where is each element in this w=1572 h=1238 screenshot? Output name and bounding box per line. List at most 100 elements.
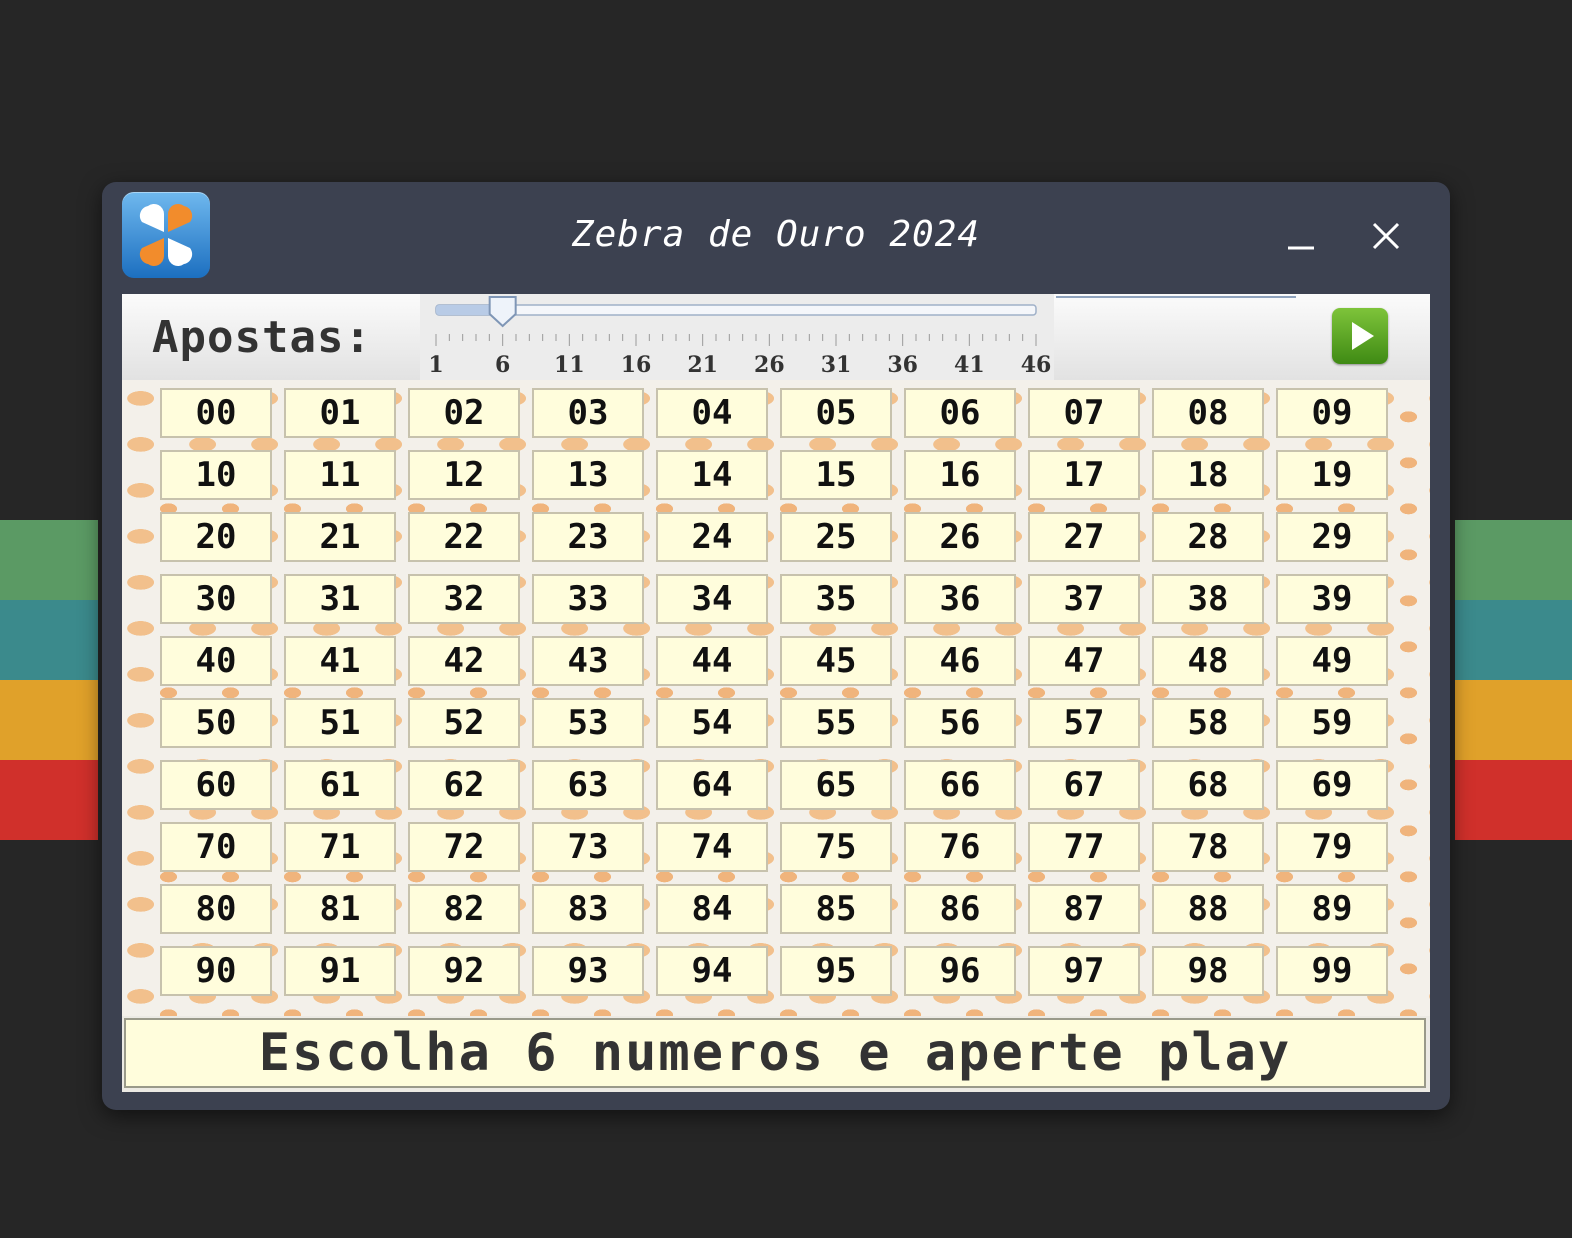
number-button[interactable]: 02 <box>408 388 520 438</box>
number-button[interactable]: 61 <box>284 760 396 810</box>
number-button[interactable]: 39 <box>1276 574 1388 624</box>
number-button[interactable]: 29 <box>1276 512 1388 562</box>
number-button[interactable]: 95 <box>780 946 892 996</box>
number-button[interactable]: 94 <box>656 946 768 996</box>
play-button[interactable] <box>1332 308 1388 364</box>
number-button[interactable]: 58 <box>1152 698 1264 748</box>
number-button[interactable]: 87 <box>1028 884 1140 934</box>
number-button[interactable]: 19 <box>1276 450 1388 500</box>
number-button[interactable]: 26 <box>904 512 1016 562</box>
number-button[interactable]: 90 <box>160 946 272 996</box>
number-button[interactable]: 34 <box>656 574 768 624</box>
number-button[interactable]: 55 <box>780 698 892 748</box>
number-button[interactable]: 72 <box>408 822 520 872</box>
number-button[interactable]: 48 <box>1152 636 1264 686</box>
number-button[interactable]: 07 <box>1028 388 1140 438</box>
number-button[interactable]: 15 <box>780 450 892 500</box>
number-button[interactable]: 10 <box>160 450 272 500</box>
slider-track[interactable] <box>435 304 1037 316</box>
number-button[interactable]: 89 <box>1276 884 1388 934</box>
number-button[interactable]: 35 <box>780 574 892 624</box>
number-button[interactable]: 30 <box>160 574 272 624</box>
minimize-button[interactable] <box>1282 216 1322 256</box>
number-button[interactable]: 06 <box>904 388 1016 438</box>
number-button[interactable]: 59 <box>1276 698 1388 748</box>
number-button[interactable]: 56 <box>904 698 1016 748</box>
number-button[interactable]: 11 <box>284 450 396 500</box>
number-button[interactable]: 14 <box>656 450 768 500</box>
number-button[interactable]: 92 <box>408 946 520 996</box>
number-button[interactable]: 75 <box>780 822 892 872</box>
number-button[interactable]: 20 <box>160 512 272 562</box>
number-button[interactable]: 63 <box>532 760 644 810</box>
number-button[interactable]: 16 <box>904 450 1016 500</box>
number-button[interactable]: 99 <box>1276 946 1388 996</box>
number-button[interactable]: 82 <box>408 884 520 934</box>
apostas-slider[interactable]: 1 6 11 16 21 26 31 36 41 46 <box>420 294 1054 380</box>
number-button[interactable]: 04 <box>656 388 768 438</box>
number-button[interactable]: 28 <box>1152 512 1264 562</box>
number-button[interactable]: 40 <box>160 636 272 686</box>
number-button[interactable]: 67 <box>1028 760 1140 810</box>
number-button[interactable]: 41 <box>284 636 396 686</box>
number-button[interactable]: 24 <box>656 512 768 562</box>
number-button[interactable]: 00 <box>160 388 272 438</box>
number-button[interactable]: 88 <box>1152 884 1264 934</box>
number-button[interactable]: 37 <box>1028 574 1140 624</box>
number-button[interactable]: 13 <box>532 450 644 500</box>
number-button[interactable]: 83 <box>532 884 644 934</box>
number-button[interactable]: 71 <box>284 822 396 872</box>
number-button[interactable]: 22 <box>408 512 520 562</box>
number-button[interactable]: 01 <box>284 388 396 438</box>
number-button[interactable]: 79 <box>1276 822 1388 872</box>
number-button[interactable]: 96 <box>904 946 1016 996</box>
number-button[interactable]: 51 <box>284 698 396 748</box>
number-button[interactable]: 31 <box>284 574 396 624</box>
number-button[interactable]: 84 <box>656 884 768 934</box>
number-button[interactable]: 27 <box>1028 512 1140 562</box>
number-button[interactable]: 76 <box>904 822 1016 872</box>
number-button[interactable]: 36 <box>904 574 1016 624</box>
number-button[interactable]: 05 <box>780 388 892 438</box>
number-button[interactable]: 32 <box>408 574 520 624</box>
number-button[interactable]: 81 <box>284 884 396 934</box>
number-button[interactable]: 66 <box>904 760 1016 810</box>
number-button[interactable]: 69 <box>1276 760 1388 810</box>
number-button[interactable]: 38 <box>1152 574 1264 624</box>
number-button[interactable]: 57 <box>1028 698 1140 748</box>
slider-thumb[interactable] <box>488 296 517 328</box>
number-button[interactable]: 18 <box>1152 450 1264 500</box>
close-button[interactable] <box>1366 216 1406 256</box>
number-button[interactable]: 64 <box>656 760 768 810</box>
number-button[interactable]: 25 <box>780 512 892 562</box>
number-button[interactable]: 80 <box>160 884 272 934</box>
number-button[interactable]: 60 <box>160 760 272 810</box>
number-button[interactable]: 98 <box>1152 946 1264 996</box>
number-button[interactable]: 91 <box>284 946 396 996</box>
number-button[interactable]: 03 <box>532 388 644 438</box>
number-button[interactable]: 68 <box>1152 760 1264 810</box>
number-button[interactable]: 43 <box>532 636 644 686</box>
number-button[interactable]: 78 <box>1152 822 1264 872</box>
number-button[interactable]: 50 <box>160 698 272 748</box>
number-button[interactable]: 12 <box>408 450 520 500</box>
number-button[interactable]: 17 <box>1028 450 1140 500</box>
number-button[interactable]: 97 <box>1028 946 1140 996</box>
number-button[interactable]: 85 <box>780 884 892 934</box>
number-button[interactable]: 52 <box>408 698 520 748</box>
number-button[interactable]: 74 <box>656 822 768 872</box>
number-button[interactable]: 47 <box>1028 636 1140 686</box>
number-button[interactable]: 86 <box>904 884 1016 934</box>
number-button[interactable]: 49 <box>1276 636 1388 686</box>
number-button[interactable]: 93 <box>532 946 644 996</box>
number-button[interactable]: 08 <box>1152 388 1264 438</box>
number-button[interactable]: 53 <box>532 698 644 748</box>
number-button[interactable]: 21 <box>284 512 396 562</box>
number-button[interactable]: 46 <box>904 636 1016 686</box>
number-button[interactable]: 73 <box>532 822 644 872</box>
number-button[interactable]: 09 <box>1276 388 1388 438</box>
number-button[interactable]: 62 <box>408 760 520 810</box>
number-button[interactable]: 70 <box>160 822 272 872</box>
number-button[interactable]: 33 <box>532 574 644 624</box>
number-button[interactable]: 23 <box>532 512 644 562</box>
